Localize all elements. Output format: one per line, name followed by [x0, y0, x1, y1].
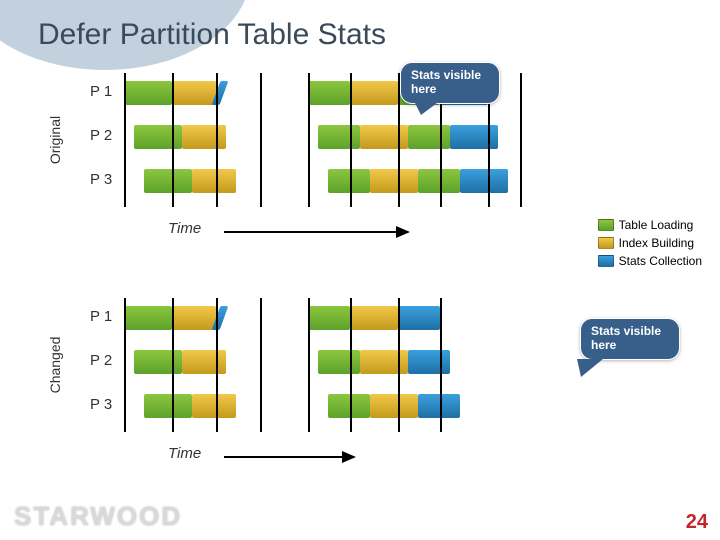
gridline — [440, 298, 442, 432]
segment-load — [328, 394, 370, 418]
gridline — [260, 73, 262, 207]
callout-stats-visible-original: Stats visible here — [400, 62, 500, 104]
segment-load — [318, 125, 360, 149]
segment-index — [370, 394, 418, 418]
group-label-original: Original — [47, 116, 63, 164]
row-p3: P 3 — [90, 163, 520, 205]
segment-stats — [418, 394, 460, 418]
segment-index — [192, 394, 236, 418]
callout-stats-visible-changed: Stats visible here — [580, 318, 680, 360]
segment-index — [350, 306, 398, 330]
legend-item-stats: Stats Collection — [598, 254, 702, 268]
segment-index — [182, 350, 226, 374]
segment-load — [408, 125, 450, 149]
logo: STARWOOD — [14, 501, 182, 532]
slide-number: 24 — [686, 511, 708, 534]
segment-index — [192, 169, 236, 193]
gridline — [308, 298, 310, 432]
segment-load — [328, 169, 370, 193]
segment-index — [370, 169, 418, 193]
segment-index — [350, 81, 398, 105]
segment-index — [172, 306, 216, 330]
segment-load — [144, 394, 192, 418]
row-label: P 1 — [90, 308, 124, 325]
segment-load — [318, 350, 360, 374]
legend-label: Stats Collection — [619, 254, 702, 268]
legend-item-load: Table Loading — [598, 218, 702, 232]
row-p3: P 3 — [90, 388, 520, 430]
swatch-icon — [598, 219, 614, 231]
segment-load — [124, 306, 172, 330]
segment-stats — [398, 306, 440, 330]
segment-stats — [460, 169, 508, 193]
segment-load — [308, 306, 350, 330]
arrow-icon — [124, 224, 444, 240]
row-label: P 2 — [90, 352, 124, 369]
segment-load — [418, 169, 460, 193]
gridline — [216, 298, 218, 432]
group-label-changed: Changed — [47, 337, 63, 394]
gridline — [520, 73, 522, 207]
timeline-changed: Changed P 1 P 2 P 3 — [90, 300, 520, 430]
gridline — [350, 73, 352, 207]
segment-stats — [408, 350, 450, 374]
segment-load — [134, 125, 182, 149]
gridline — [398, 298, 400, 432]
segment-load — [124, 81, 172, 105]
row-p2: P 2 — [90, 119, 520, 161]
segment-load — [144, 169, 192, 193]
row-label: P 3 — [90, 396, 124, 413]
gridline — [350, 298, 352, 432]
segment-index — [182, 125, 226, 149]
gridline — [124, 298, 126, 432]
legend: Table Loading Index Building Stats Colle… — [598, 218, 702, 272]
segment-load — [134, 350, 182, 374]
swatch-icon — [598, 255, 614, 267]
gridline — [124, 73, 126, 207]
gridline — [172, 73, 174, 207]
row-p1: P 1 — [90, 300, 520, 342]
segment-index — [360, 125, 408, 149]
segment-stats — [450, 125, 498, 149]
row-label: P 1 — [90, 83, 124, 100]
segment-index — [360, 350, 408, 374]
slide-title: Defer Partition Table Stats — [38, 18, 386, 52]
swatch-icon — [598, 237, 614, 249]
row-p2: P 2 — [90, 344, 520, 386]
legend-label: Index Building — [619, 236, 694, 250]
legend-item-index: Index Building — [598, 236, 702, 250]
gridline — [172, 298, 174, 432]
row-label: P 2 — [90, 127, 124, 144]
gridline — [308, 73, 310, 207]
row-label: P 3 — [90, 171, 124, 188]
segment-index — [172, 81, 216, 105]
gridline — [216, 73, 218, 207]
gridline — [260, 298, 262, 432]
legend-label: Table Loading — [619, 218, 694, 232]
segment-load — [308, 81, 350, 105]
arrow-icon — [124, 449, 444, 465]
